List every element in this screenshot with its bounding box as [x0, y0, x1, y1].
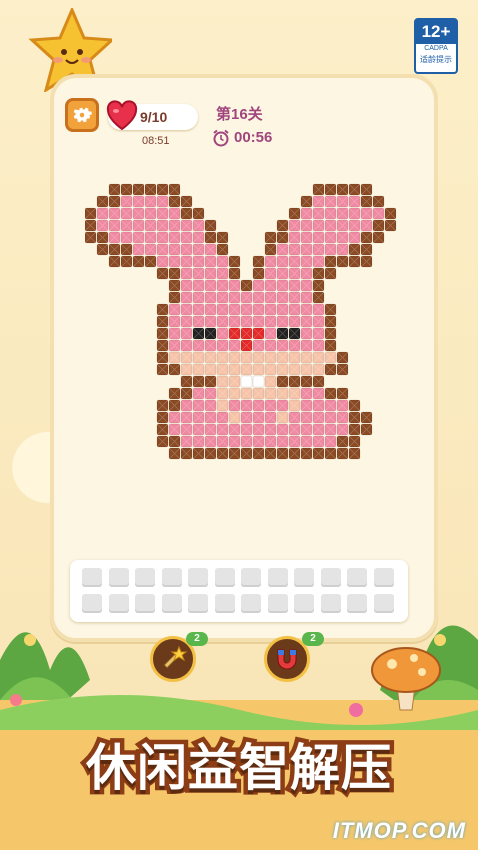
settings-button[interactable]: [65, 98, 99, 132]
gear-icon: [73, 107, 93, 123]
alarm-clock-icon: [213, 129, 229, 147]
level-timer: 00:56: [234, 129, 273, 146]
heart-icon: [106, 100, 138, 131]
level-title: 第16关: [216, 106, 263, 123]
lives-refill-timer: 08:51: [142, 135, 170, 147]
age-rating-tip: 适龄提示: [420, 55, 452, 64]
lives-count: 9/10: [140, 109, 168, 125]
watermark: ITMOP.COM: [332, 818, 466, 843]
slogan: 休闲益智解压: [82, 735, 396, 802]
age-rating-badge: 12+ CADPA 适龄提示: [414, 18, 458, 74]
age-rating-number: 12+: [416, 20, 456, 44]
grass-decoration: [0, 625, 478, 850]
age-rating-org: CADPA: [424, 45, 448, 52]
pixel-puzzle-grid[interactable]: [85, 182, 397, 542]
